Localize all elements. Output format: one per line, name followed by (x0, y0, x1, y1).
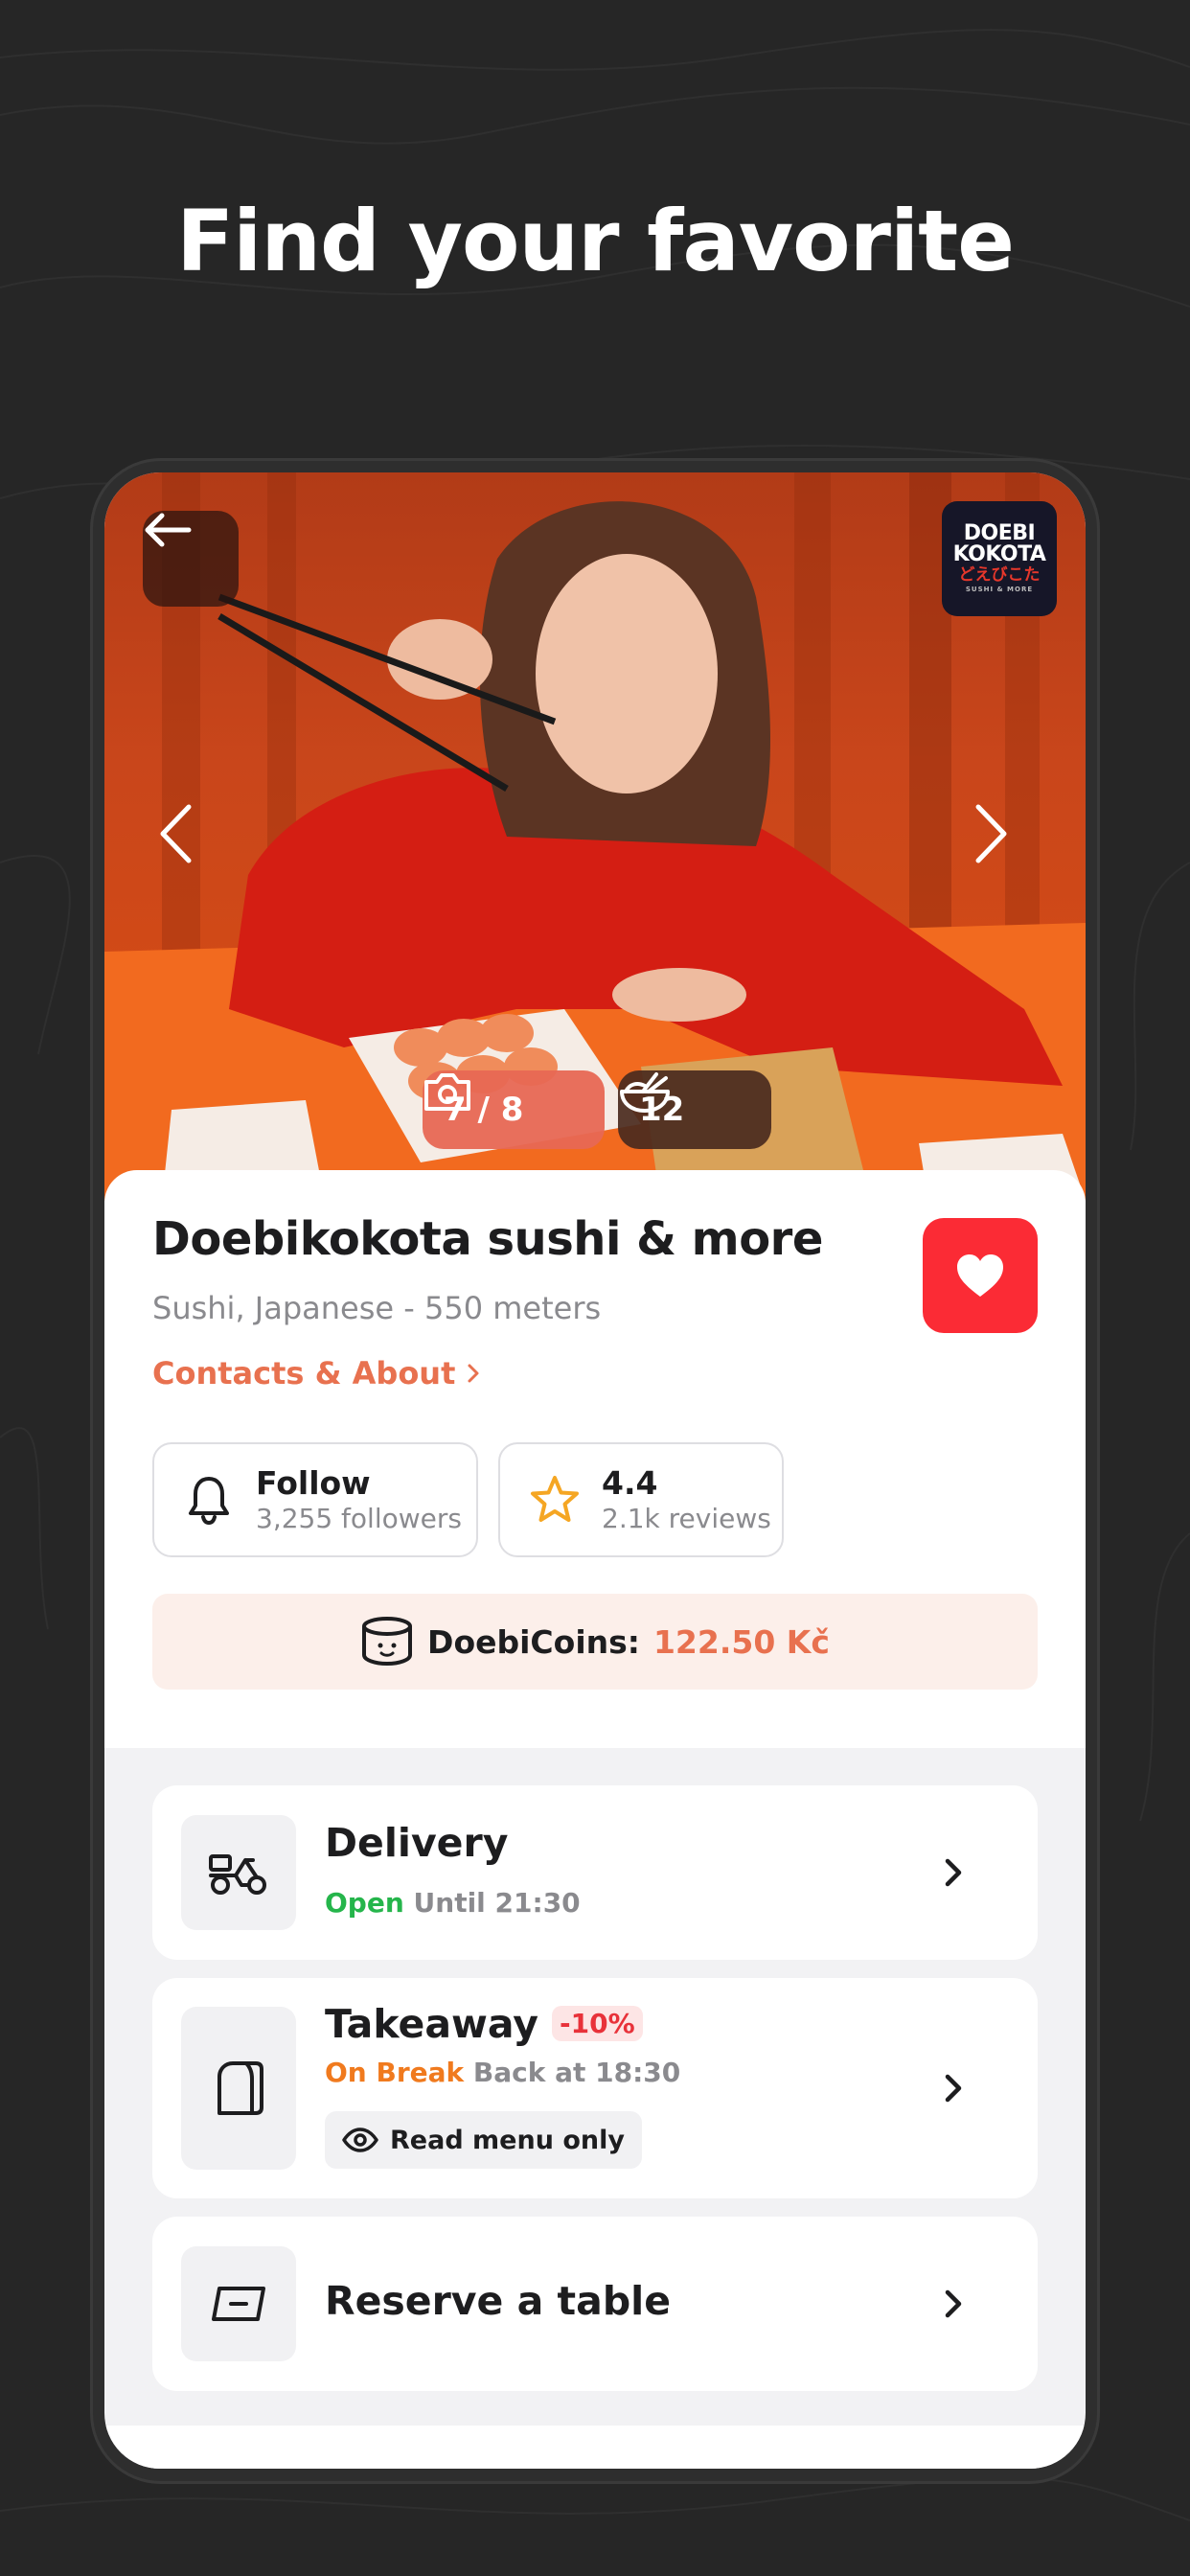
bag-icon (217, 2061, 263, 2115)
restaurant-name: Doebikokota sushi & more (152, 1212, 823, 1266)
rating-button[interactable]: 4.4 2.1k reviews (498, 1442, 784, 1557)
previous-photo-button[interactable] (158, 803, 216, 870)
chevron-right-icon (934, 2285, 973, 2323)
dishes-count-badge[interactable]: 12 (618, 1070, 771, 1149)
coins-value: 122.50 Kč (652, 1622, 830, 1661)
next-photo-button[interactable] (974, 803, 1032, 870)
arrow-left-icon (145, 513, 192, 547)
heart-icon (957, 1254, 1003, 1297)
follow-label: Follow (256, 1464, 371, 1502)
delivery-icon-box (181, 1815, 296, 1930)
reservation-card-icon (212, 2287, 265, 2321)
restaurant-photo[interactable]: DOEBI KOKOTA どえびこた SUSHI & MORE 7 / 8 12 (104, 472, 1086, 1201)
bowl-icon (620, 1072, 670, 1113)
scooter-icon (209, 1854, 266, 1895)
chevron-left-icon (160, 804, 192, 863)
phone-screen: DOEBI KOKOTA どえびこた SUSHI & MORE 7 / 8 12… (104, 472, 1086, 2469)
reserve-table-option[interactable]: Reserve a table (152, 2217, 1038, 2391)
rating-value: 4.4 (602, 1464, 658, 1502)
takeaway-hours: Back at 18:30 (472, 2057, 681, 2088)
delivery-option[interactable]: Delivery Open Until 21:30 (152, 1785, 1038, 1960)
takeaway-icon-box (181, 2007, 296, 2170)
camera-icon (424, 1073, 470, 1111)
follow-button[interactable]: Follow 3,255 followers (152, 1442, 478, 1557)
chevron-right-icon (975, 804, 1007, 863)
doebicoins-balance[interactable]: DoebiCoins: 122.50 Kč (152, 1594, 1038, 1690)
followers-count: 3,255 followers (256, 1503, 462, 1534)
contacts-about-link[interactable]: Contacts & About (152, 1355, 480, 1392)
read-menu-only-label: Read menu only (390, 2125, 625, 2155)
read-menu-only-button[interactable]: Read menu only (325, 2111, 642, 2169)
bell-icon (189, 1477, 229, 1525)
takeaway-option[interactable]: Takeaway -10% On Break Back at 18:30 Read… (152, 1978, 1038, 2198)
chevron-right-icon (934, 1853, 973, 1892)
restaurant-info-card: Doebikokota sushi & more Sushi, Japanese… (104, 1170, 1086, 1748)
takeaway-status: On Break (325, 2057, 465, 2088)
star-icon (531, 1476, 579, 1522)
delivery-hours: Until 21:30 (413, 1887, 581, 1919)
eye-icon (342, 2128, 378, 2152)
page-headline: Find your favorite (176, 192, 1015, 290)
delivery-status: Open (325, 1887, 404, 1919)
back-button[interactable] (143, 511, 239, 607)
favorite-button[interactable] (923, 1218, 1038, 1333)
discount-badge: -10% (552, 2005, 643, 2041)
reserve-icon-box (181, 2246, 296, 2361)
delivery-title: Delivery (325, 1820, 509, 1866)
restaurant-logo: DOEBI KOKOTA どえびこた SUSHI & MORE (942, 501, 1057, 616)
chevron-right-icon (934, 2069, 973, 2107)
photo-counter-badge[interactable]: 7 / 8 (423, 1070, 605, 1149)
reserve-title: Reserve a table (325, 2278, 672, 2324)
takeaway-title: Takeaway (325, 2001, 538, 2047)
reviews-count: 2.1k reviews (602, 1503, 771, 1534)
restaurant-subtitle: Sushi, Japanese - 550 meters (152, 1290, 602, 1326)
coins-icon (362, 1617, 413, 1667)
chevron-right-icon (468, 1364, 479, 1383)
bottom-sheet-edge (104, 2426, 1086, 2469)
coins-label: DoebiCoins: (427, 1622, 640, 1661)
